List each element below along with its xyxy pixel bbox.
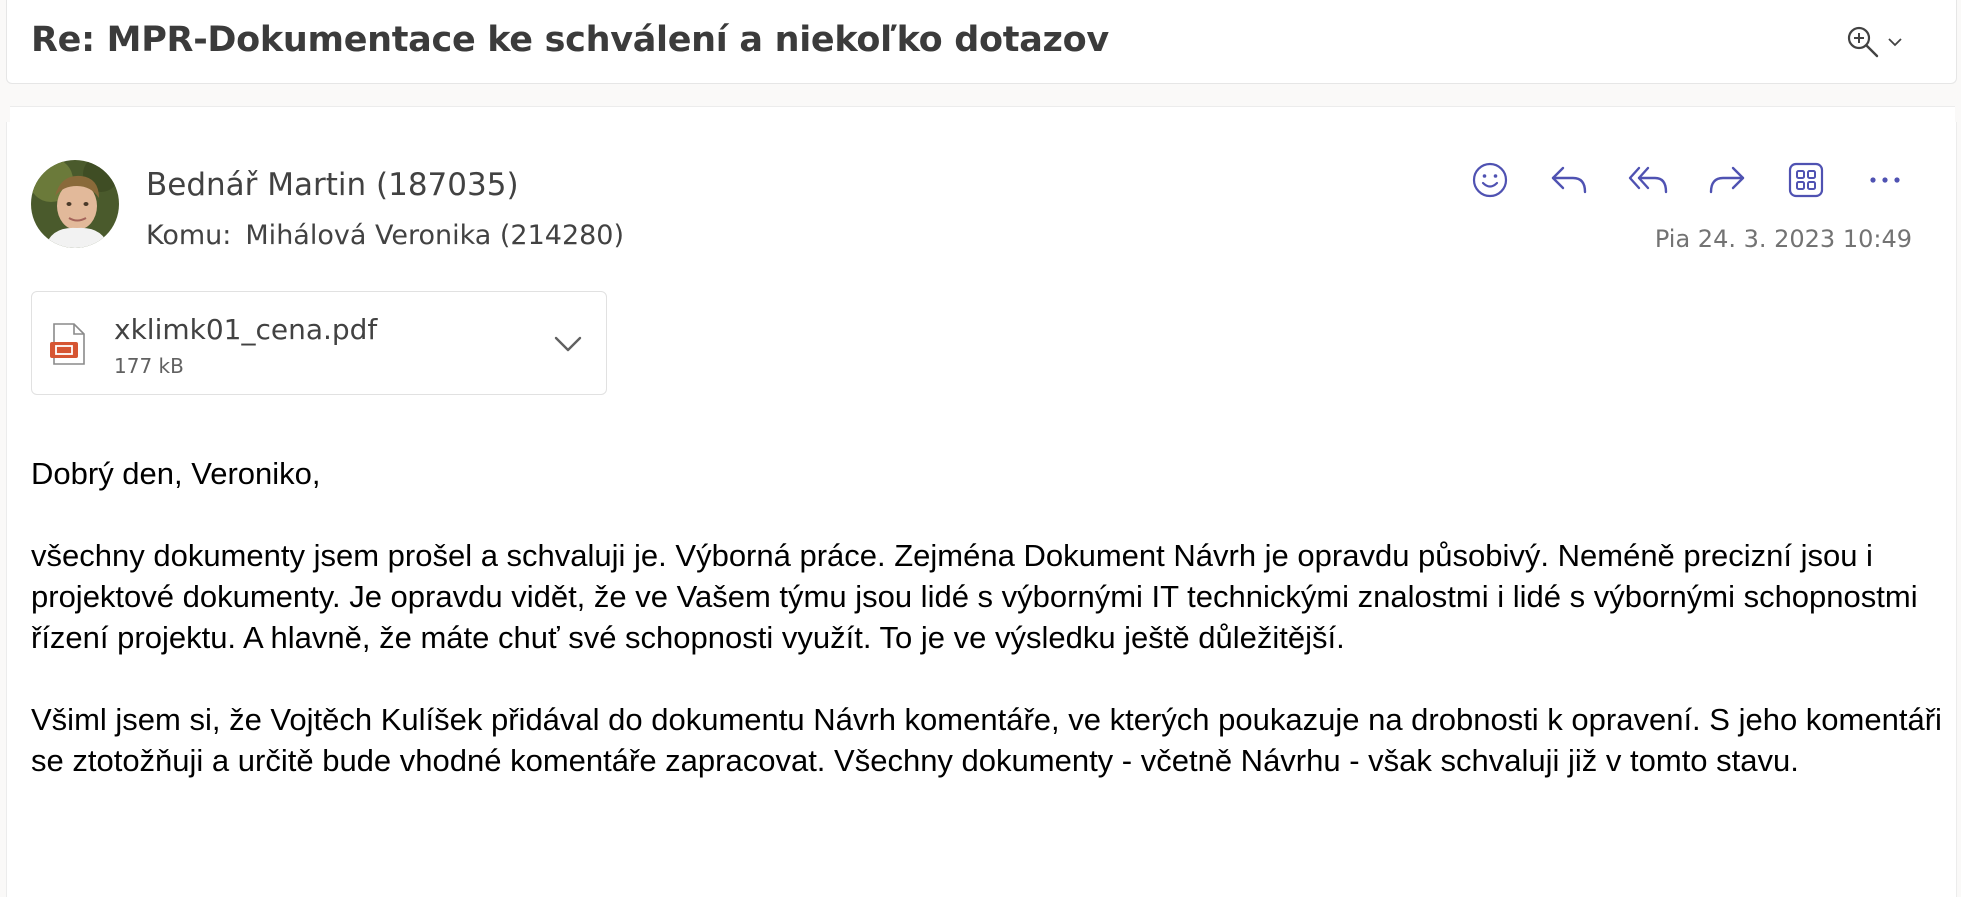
avatar[interactable]: [31, 160, 119, 248]
message-body: Dobrý den, Veroniko, všechny dokumenty j…: [31, 453, 1951, 822]
reply-button[interactable]: [1541, 152, 1597, 208]
attachment-card[interactable]: xklimk01_cena.pdf 177 kB: [31, 291, 607, 395]
forward-icon: [1709, 166, 1745, 194]
attachment-menu-button[interactable]: [548, 324, 588, 364]
reply-all-button[interactable]: [1620, 152, 1676, 208]
apps-icon: [1788, 162, 1824, 198]
message-subject: Re: MPR-Dokumentace ke schválení a nieko…: [31, 20, 1109, 60]
forward-button[interactable]: [1699, 152, 1755, 208]
more-icon: [1870, 177, 1900, 183]
greeting: Dobrý den, Veroniko,: [31, 456, 321, 491]
message-actions: [1462, 152, 1913, 208]
recipient-line: Komu: Mihálová Veronika (214280): [146, 220, 624, 251]
emoji-reaction-button[interactable]: [1462, 152, 1518, 208]
chevron-down-icon: [554, 336, 582, 352]
message-timestamp: Pia 24. 3. 2023 10:49: [1654, 225, 1912, 253]
zoom-dropdown[interactable]: [1846, 20, 1916, 64]
reply-icon: [1551, 166, 1587, 194]
attachment-name: xklimk01_cena.pdf: [114, 313, 378, 346]
recipient-name[interactable]: Mihálová Veronika (214280): [245, 220, 624, 251]
sender-name[interactable]: Bednář Martin (187035): [146, 167, 519, 203]
message-pane: Bednář Martin (187035) Komu: Mihálová Ver…: [6, 122, 1957, 897]
body-paragraph: všechny dokumenty jsem prošel a schvaluj…: [31, 538, 1918, 655]
apps-button[interactable]: [1778, 152, 1834, 208]
attachment-size: 177 kB: [114, 354, 184, 378]
pdf-file-icon: [50, 323, 85, 365]
reply-all-icon: [1628, 166, 1668, 194]
chevron-down-icon: [1888, 38, 1902, 47]
subject-bar: Re: MPR-Dokumentace ke schválení a nieko…: [6, 0, 1957, 84]
divider-strip: [10, 106, 1955, 123]
smiley-icon: [1472, 162, 1508, 198]
more-button[interactable]: [1857, 152, 1913, 208]
body-paragraph: Všiml jsem si, že Vojtěch Kulíšek přidáv…: [31, 702, 1942, 778]
to-label: Komu:: [146, 220, 232, 251]
zoom-in-icon: [1847, 26, 1879, 58]
